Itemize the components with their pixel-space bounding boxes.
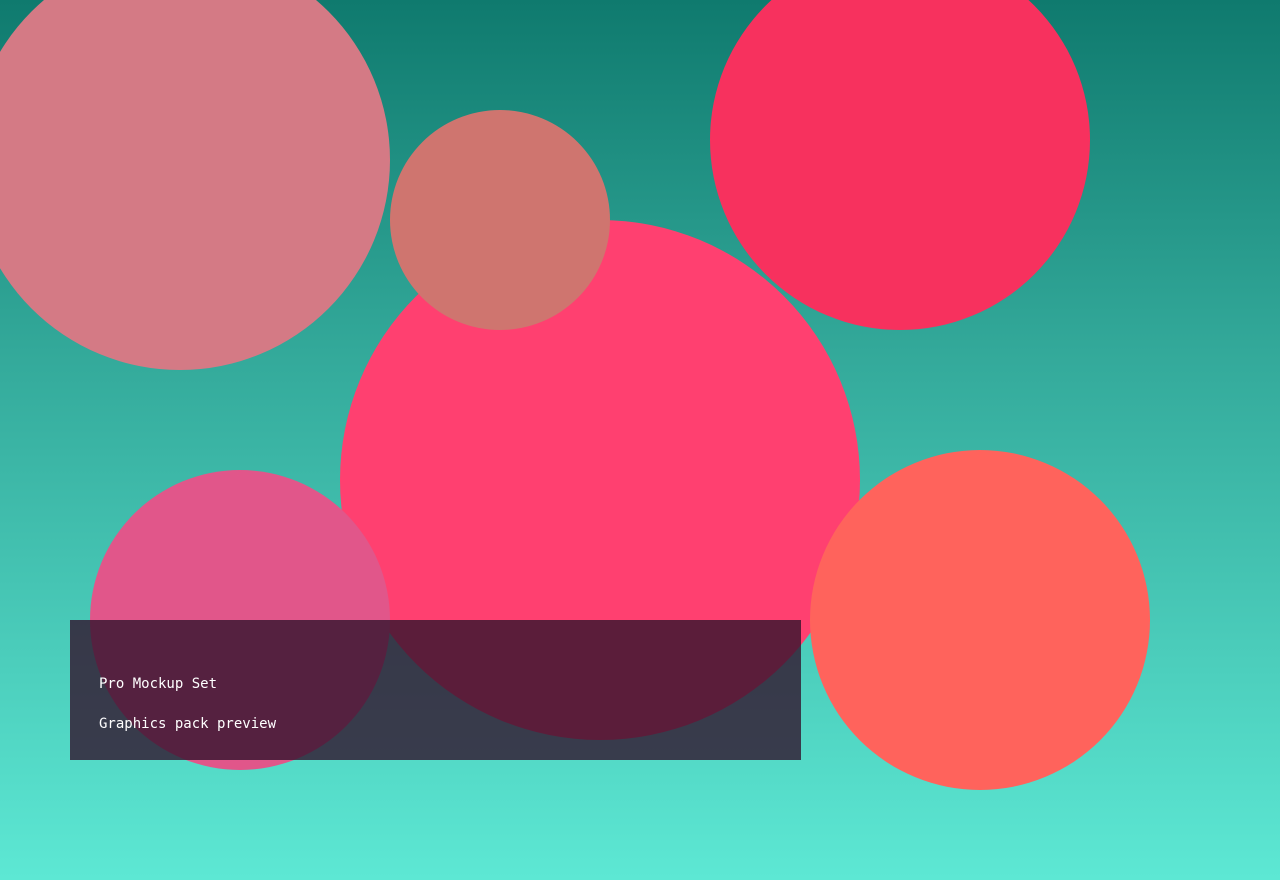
circle-top-left	[0, 0, 390, 370]
graphics-canvas: Pro Mockup Set Graphics pack preview	[0, 0, 1280, 880]
caption-title: Pro Mockup Set	[99, 676, 218, 692]
caption-panel: Pro Mockup Set Graphics pack preview	[70, 620, 801, 760]
caption-subtitle: Graphics pack preview	[99, 716, 277, 732]
circle-bottom-right	[810, 450, 1150, 790]
circle-small	[390, 110, 610, 330]
